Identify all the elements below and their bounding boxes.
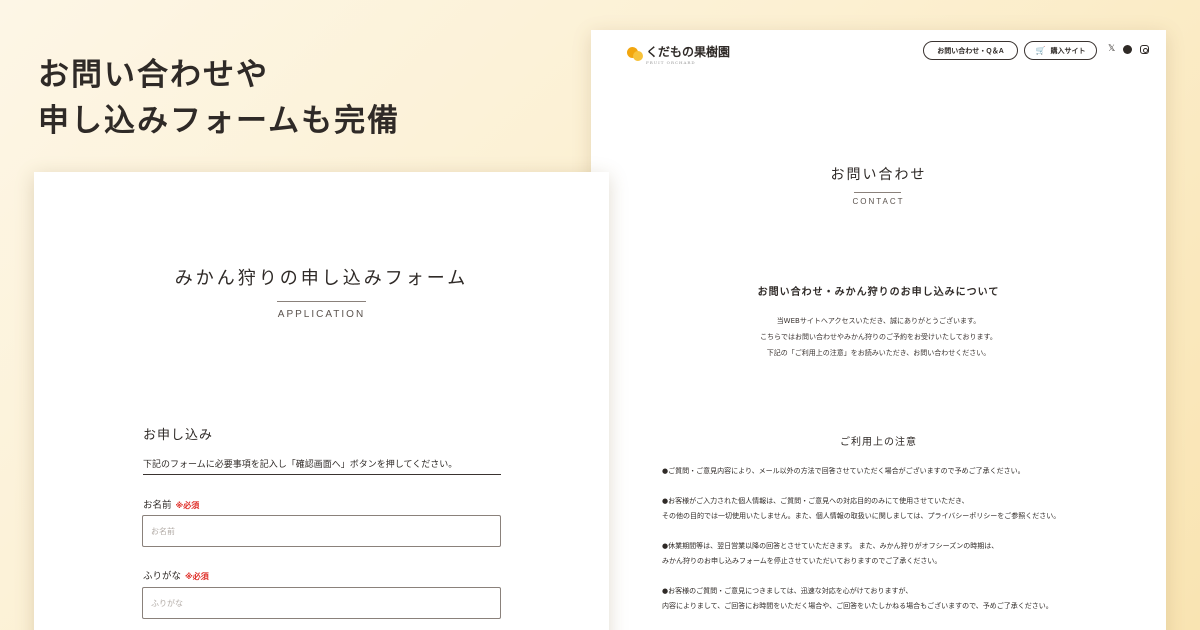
facebook-icon[interactable] (1123, 45, 1132, 54)
note-item: ●ご質問・ご意見内容により、メール以外の方法で回答させていただく場合がございます… (662, 464, 1142, 479)
site-logo[interactable]: くだもの果樹園 FRUIT ORCHARD (627, 41, 730, 66)
contact-qa-button[interactable]: お問い合わせ・Q＆A (923, 41, 1018, 60)
note-line: みかん狩りのお申し込みフォームを停止させていただいておりますのでご了承ください。 (662, 557, 942, 565)
shop-site-button[interactable]: 🛒 購入サイト (1024, 41, 1097, 60)
kana-field-label: ふりがな ※必須 (143, 568, 209, 582)
kana-label-text: ふりがな (143, 571, 182, 582)
note-item: ●お客様がご入力された個人情報は、ご質問・ご意見への対応目的のみにて使用させてい… (662, 494, 1142, 524)
form-heading: お申し込み (143, 428, 214, 443)
notes-heading: ご利用上の注意 (840, 437, 917, 448)
note-item: ●休業期間等は、翌日営業以降の回答とさせていただきます。 また、みかん狩りがオフ… (662, 539, 1142, 569)
site-header: くだもの果樹園 FRUIT ORCHARD お問い合わせ・Q＆A 🛒 購入サイト… (591, 30, 1166, 74)
application-form-page: みかん狩りの申し込みフォーム APPLICATION お申し込み 下記のフォーム… (34, 172, 609, 630)
orange-logo-icon (627, 46, 643, 62)
notes-list: ●ご質問・ご意見内容により、メール以外の方法で回答させていただく場合がございます… (662, 464, 1142, 629)
headline: お問い合わせや 申し込みフォームも完備 (38, 52, 400, 144)
headline-line-1: お問い合わせや (38, 57, 269, 93)
required-badge: ※必須 (185, 572, 209, 581)
instagram-icon[interactable] (1140, 45, 1149, 54)
logo-text: くだもの果樹園 (646, 45, 731, 59)
cart-icon: 🛒 (1035, 46, 1046, 55)
about-line: 下記の「ご利用上の注意」をお読みいただき、お問い合わせください。 (766, 349, 991, 357)
note-line: ●ご質問・ご意見内容により、メール以外の方法で回答させていただく場合がございます… (662, 467, 1025, 475)
note-line: 内容によりまして、ご回答にお時間をいただく場合や、ご回答をいたしかねる場合もござ… (662, 602, 1053, 610)
about-text: 当WEBサイトへアクセスいただき、誠にありがとうございます。 こちらではお問い合… (591, 313, 1166, 361)
name-field-label: お名前 ※必須 (143, 497, 199, 511)
note-item: ●お客様のご質問・ご意見につきましては、迅速な対応を心がけておりますが、 内容に… (662, 584, 1142, 614)
about-line: 当WEBサイトへアクセスいただき、誠にありがとうございます。 (776, 317, 981, 325)
form-title-divider (277, 301, 366, 302)
contact-title-divider (854, 192, 901, 193)
note-line: ●お客様のご質問・ご意見につきましては、迅速な対応を心がけておりますが、 (662, 587, 913, 595)
contact-page: くだもの果樹園 FRUIT ORCHARD お問い合わせ・Q＆A 🛒 購入サイト… (591, 30, 1166, 630)
form-page-title: みかん狩りの申し込みフォーム (174, 268, 469, 289)
x-icon[interactable]: 𝕏 (1108, 44, 1115, 54)
note-line: ●お客様がご入力された個人情報は、ご質問・ご意見への対応目的のみにて使用させてい… (662, 497, 969, 505)
form-description: 下記のフォームに必要事項を記入し「確認画面へ」ボタンを押してください。 (143, 457, 501, 475)
about-heading: お問い合わせ・みかん狩りのお申し込みについて (757, 287, 1000, 298)
about-line: こちらではお問い合わせやみかん狩りのご予約をお受けいたしております。 (760, 333, 997, 341)
name-input[interactable] (142, 515, 501, 547)
note-line: ●休業期間等は、翌日営業以降の回答とさせていただきます。 また、みかん狩りがオフ… (662, 542, 999, 550)
headline-line-2: 申し込みフォームも完備 (38, 103, 401, 139)
form-page-title-en: APPLICATION (277, 309, 366, 320)
note-line: その他の目的では一切使用いたしません。また、個人情報の取扱いに関しましては、プラ… (662, 512, 1061, 520)
kana-input[interactable] (142, 587, 501, 619)
name-label-text: お名前 (143, 500, 172, 511)
contact-title-en: CONTACT (852, 197, 905, 206)
shop-site-label: 購入サイト (1050, 47, 1086, 55)
required-badge: ※必須 (175, 501, 200, 510)
logo-subtext: FRUIT ORCHARD (646, 60, 696, 65)
contact-title: お問い合わせ (830, 167, 927, 183)
